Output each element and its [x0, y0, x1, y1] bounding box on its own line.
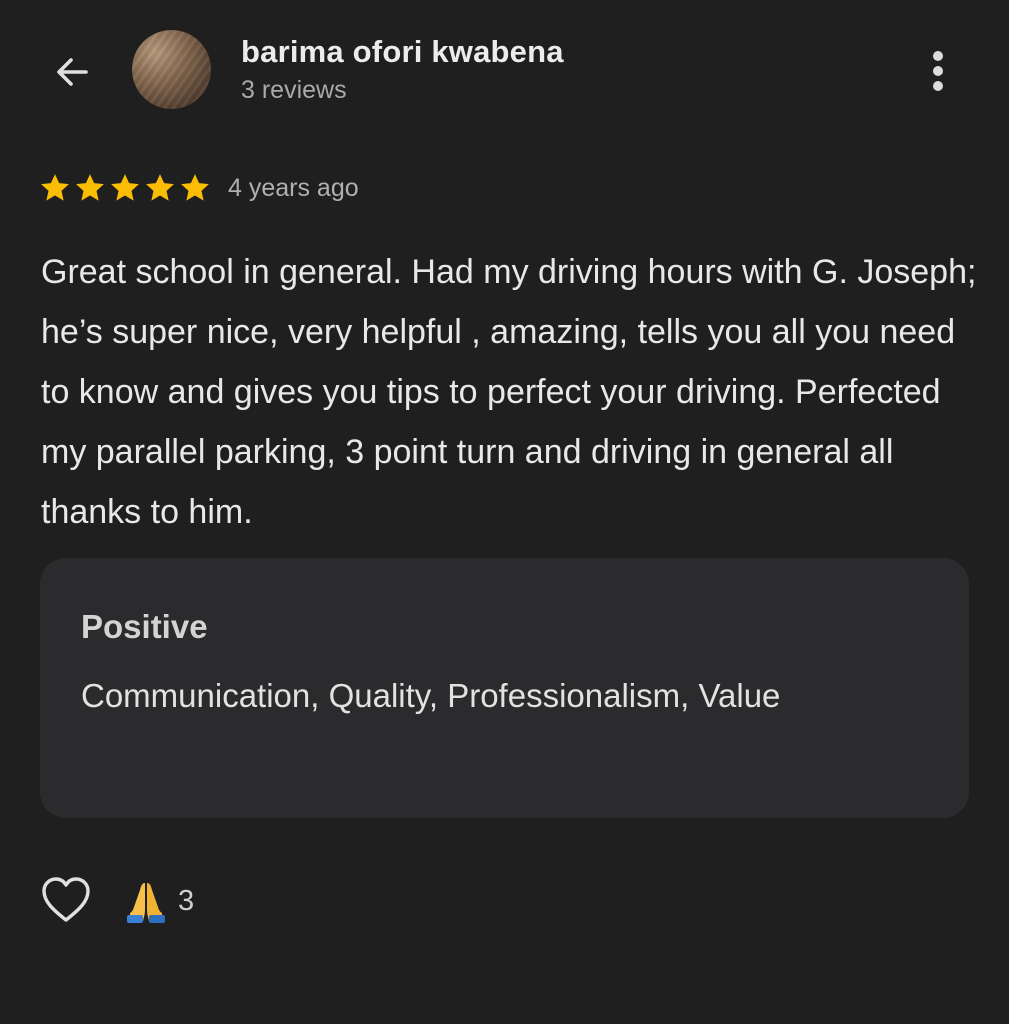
reviewer-review-count: 3 reviews [241, 76, 347, 104]
attributes-title: Positive [81, 608, 208, 645]
star-icon [181, 174, 209, 201]
star-icon [76, 174, 104, 201]
back-button[interactable] [44, 44, 100, 100]
reviewer-name[interactable]: barima ofori kwabena [241, 34, 564, 70]
review-text: Great school in general. Had my driving … [41, 253, 977, 531]
avatar[interactable] [132, 30, 211, 109]
review-date: 4 years ago [228, 173, 359, 202]
star-icon [111, 174, 139, 201]
folded-hands-icon [127, 883, 165, 923]
attributes-values: Communication, Quality, Professionalism,… [81, 677, 781, 714]
arrow-left-icon [57, 58, 88, 86]
star-rating [38, 171, 212, 205]
review-attributes-card: Positive Communication, Quality, Profess… [40, 558, 969, 818]
more-vert-icon [933, 51, 943, 91]
like-button[interactable] [38, 872, 94, 928]
review-detail-page: barima ofori kwabena 3 reviews 4 years a… [0, 0, 1009, 1024]
reaction-chip[interactable]: 3 [122, 876, 194, 926]
rating-row: 4 years ago [38, 168, 359, 208]
star-icon [41, 174, 69, 201]
reaction-count: 3 [178, 884, 195, 917]
more-options-button[interactable] [918, 46, 958, 96]
star-icon [146, 174, 174, 201]
heart-outline-icon [42, 877, 90, 922]
